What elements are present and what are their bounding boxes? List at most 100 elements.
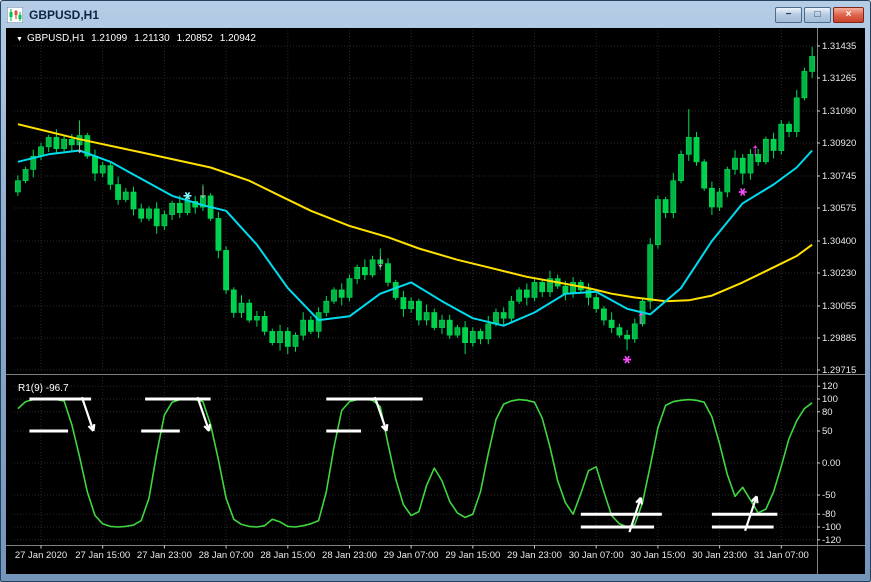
candle	[23, 169, 28, 180]
candle	[686, 137, 691, 154]
sell-arrow-icon: ↓	[376, 251, 386, 272]
price-tick-label: 1.30230	[822, 268, 856, 279]
candle	[609, 320, 614, 328]
candle	[532, 282, 537, 297]
time-tick-label: 27 Jan 15:00	[75, 550, 130, 561]
readout-close: 1.20942	[220, 33, 257, 44]
chart-client-area: ↓↓↓↑↑1.314351.312651.310901.309201.30745…	[6, 28, 865, 574]
candle	[231, 290, 236, 313]
candle	[455, 328, 460, 336]
candle	[301, 320, 306, 335]
candle	[771, 139, 776, 150]
readout-open: 1.21099	[91, 33, 128, 44]
close-button[interactable]: ×	[833, 7, 864, 23]
candle	[46, 137, 51, 146]
maximize-button[interactable]: □	[804, 7, 831, 23]
candle	[478, 331, 483, 339]
candle	[763, 139, 768, 162]
candle	[224, 250, 229, 290]
osc-tick-label: 50	[822, 426, 833, 437]
candle	[277, 331, 282, 342]
candle	[601, 309, 606, 320]
candle	[162, 215, 167, 226]
price-tick-label: 1.29885	[822, 333, 856, 344]
price-tick-label: 1.30920	[822, 138, 856, 149]
window-title: GBPUSD,H1	[29, 8, 99, 22]
osc-tick-label: -100	[822, 522, 841, 533]
time-tick-label: 30 Jan 23:00	[692, 550, 747, 561]
candle	[177, 203, 182, 212]
candle	[671, 181, 676, 213]
candle	[139, 209, 144, 218]
price-axis[interactable]: 1.314351.312651.310901.309201.307451.305…	[817, 28, 856, 574]
candle	[702, 162, 707, 188]
candle	[725, 169, 730, 192]
candle	[362, 267, 367, 275]
title-bar[interactable]: GBPUSD,H1 − □ ×	[1, 1, 870, 28]
candle	[293, 335, 298, 346]
symbol-dropdown-icon[interactable]: ▼	[16, 36, 23, 43]
candle	[563, 286, 568, 294]
indicator-pane	[18, 397, 812, 532]
candle	[262, 316, 267, 331]
osc-tick-label: 100	[822, 394, 838, 405]
candle	[463, 328, 468, 343]
time-tick-label: 27 Jan 23:00	[137, 550, 192, 561]
minimize-button[interactable]: −	[775, 7, 802, 23]
ma-slow-path	[18, 124, 812, 301]
candle	[540, 282, 545, 291]
time-tick-label: 27 Jan 2020	[15, 550, 67, 561]
osc-tick-label: 80	[822, 407, 833, 418]
candle	[92, 156, 97, 173]
candle	[69, 139, 74, 145]
candle	[424, 313, 429, 321]
time-tick-label: 28 Jan 07:00	[199, 550, 254, 561]
candle	[625, 335, 630, 339]
trend-arrow-head	[641, 498, 642, 505]
candle	[709, 188, 714, 207]
candle	[432, 313, 437, 328]
time-tick-label: 30 Jan 15:00	[630, 550, 685, 561]
candle	[324, 301, 329, 312]
candle	[308, 320, 313, 331]
candle	[170, 203, 175, 214]
candle	[740, 158, 745, 173]
time-tick-label: 29 Jan 15:00	[445, 550, 500, 561]
candle	[470, 331, 475, 342]
candle	[316, 313, 321, 332]
candle	[385, 264, 390, 283]
candle	[247, 303, 252, 320]
candle	[62, 139, 67, 148]
candle	[678, 154, 683, 180]
time-tick-label: 29 Jan 23:00	[507, 550, 562, 561]
price-tick-label: 1.30400	[822, 236, 856, 247]
chart-canvas[interactable]: ↓↓↓↑↑1.314351.312651.310901.309201.30745…	[6, 28, 865, 574]
candle	[655, 200, 660, 245]
candle	[254, 316, 259, 320]
trend-arrow	[82, 397, 94, 431]
candle	[339, 290, 344, 298]
buy-arrow-icon: ↑	[750, 140, 760, 161]
candle	[501, 313, 506, 319]
candle	[393, 282, 398, 297]
trend-arrow	[375, 397, 387, 431]
osc-tick-label: -120	[822, 535, 841, 546]
price-tick-label: 1.30575	[822, 203, 856, 214]
candle	[154, 209, 159, 226]
price-tick-label: 1.30055	[822, 301, 856, 312]
candle	[617, 328, 622, 336]
osc-tick-label: -80	[822, 509, 836, 520]
candle	[509, 301, 514, 318]
candle	[802, 71, 807, 97]
ohlc-readout: GBPUSD,H11.210991.211301.208521.20942	[27, 33, 256, 44]
candle	[355, 267, 360, 278]
time-axis[interactable]: 27 Jan 2020 27 Jan 15:00 27 Jan 23:00 28 Ja…	[6, 375, 865, 562]
price-tick-label: 1.31265	[822, 73, 856, 84]
candle	[794, 98, 799, 132]
candle	[486, 324, 491, 339]
candle	[517, 290, 522, 301]
candle	[409, 301, 414, 309]
candle	[123, 192, 128, 200]
candle	[146, 209, 151, 218]
indicator-label: R1(9) -96.7	[18, 383, 69, 394]
